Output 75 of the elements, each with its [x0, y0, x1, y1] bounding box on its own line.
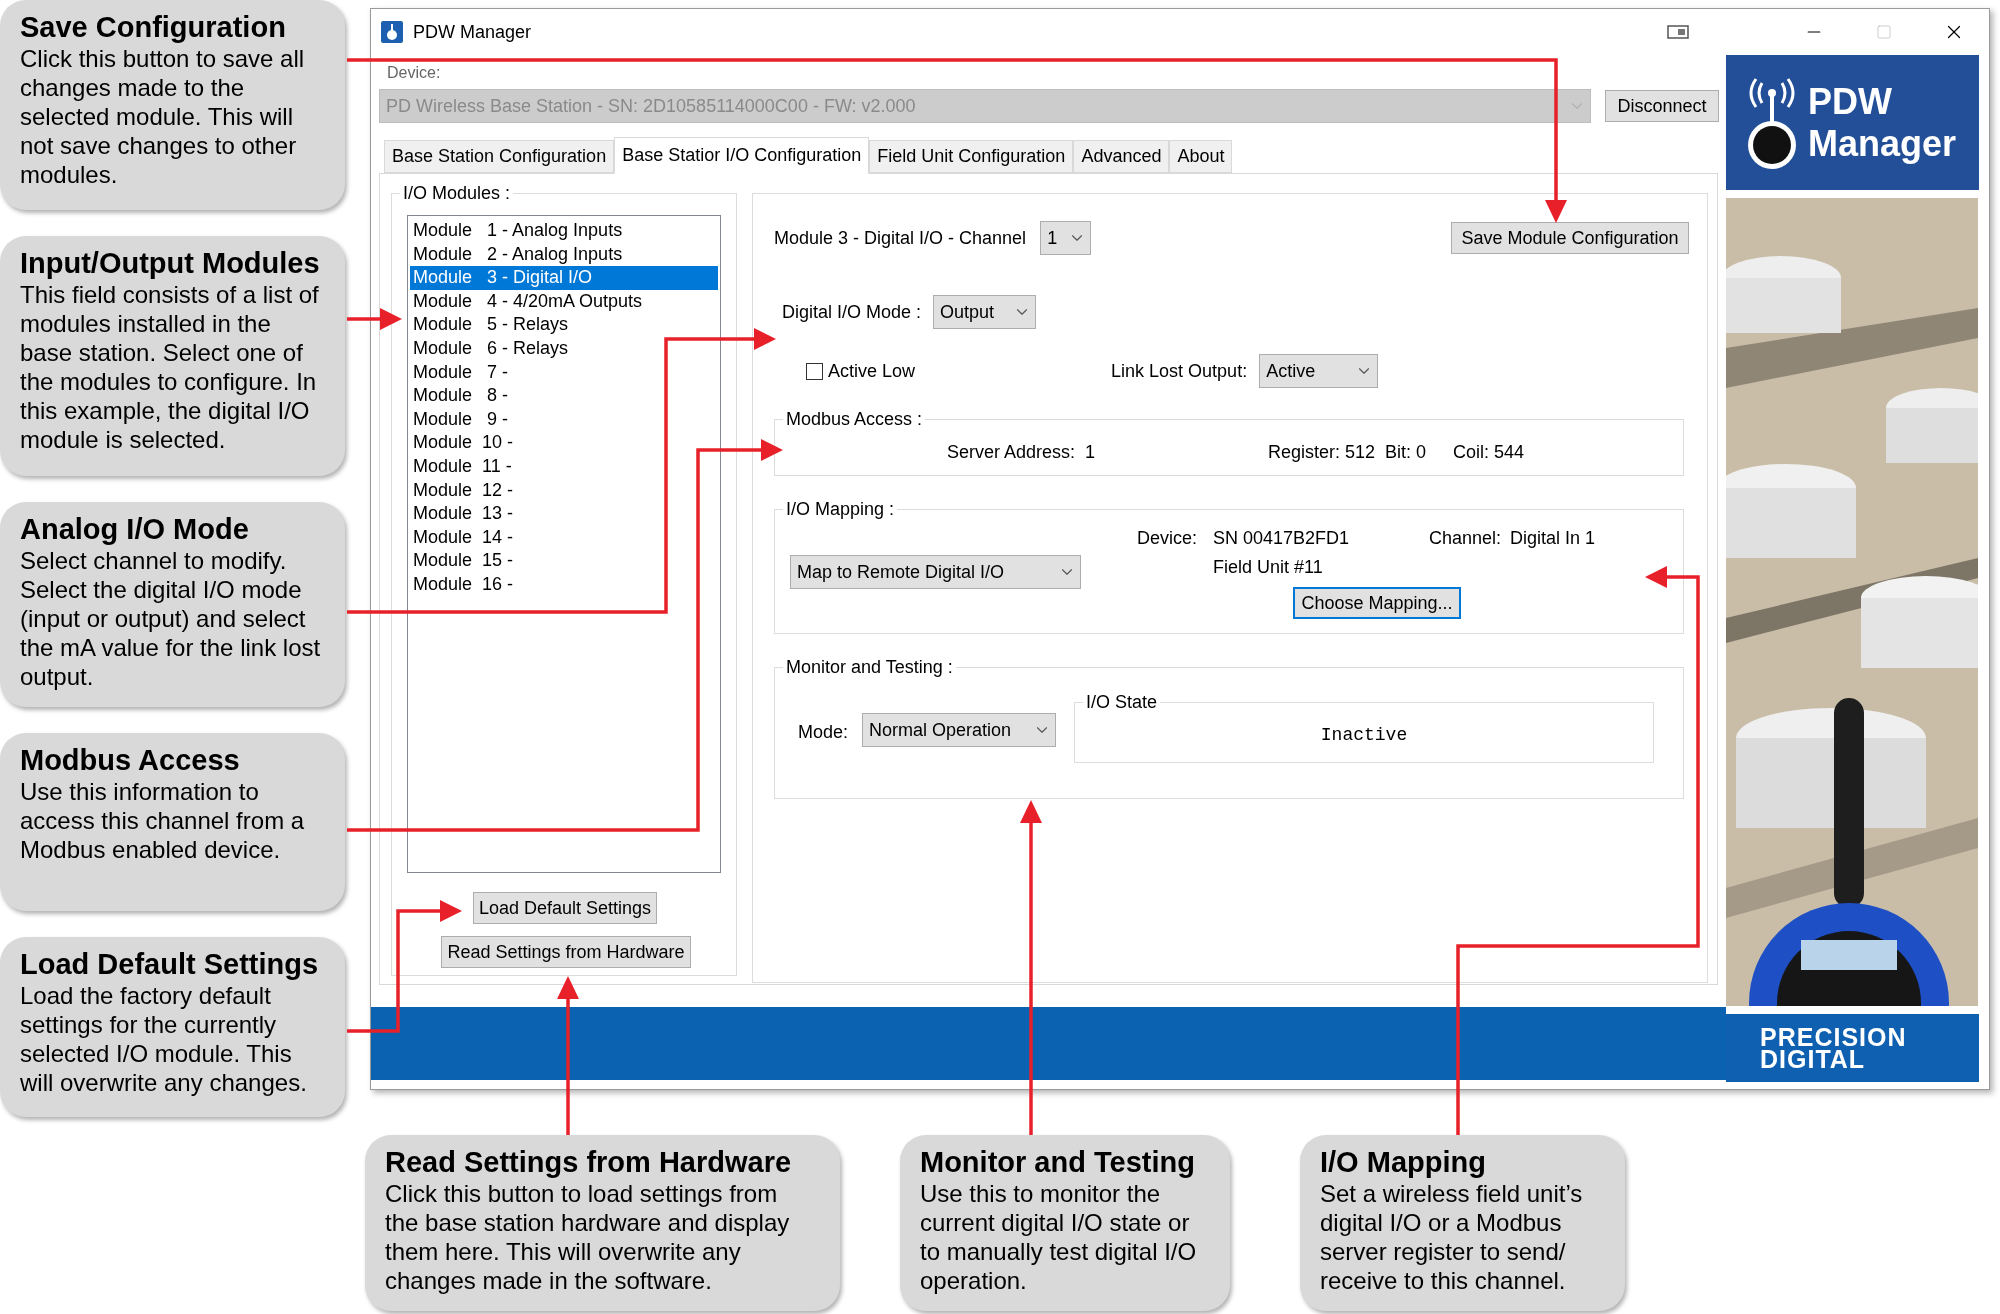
callout-text: Use this to monitor the current digital I/O state or to manually test digital I/O operation. [920, 1179, 1198, 1295]
list-item[interactable]: Module 8 - [410, 384, 718, 408]
group-title: Monitor and Testing : [785, 656, 954, 679]
callout-text: Click this button to save all changes made to the selected module. This will not save changes to other modules. [20, 44, 306, 189]
callout-text: This field consists of a list of modules installed in the base station. Select one of the modules to configure. In this example, the digital I/O module is selected. [20, 280, 320, 454]
list-item[interactable]: Module 14 - [410, 525, 718, 550]
button[interactable]: Read Settings from Hardware [441, 936, 691, 968]
logo-text: PDW [1808, 80, 1893, 123]
list-item[interactable]: Module 6 - Relays [410, 336, 718, 361]
device-label: Device: [1137, 527, 1199, 550]
field-unit: Field Unit #11 [1213, 556, 1323, 579]
button[interactable]: Disconnect [1605, 90, 1719, 122]
list-item[interactable]: Module 3 - Digital I/O [410, 266, 718, 290]
dropdown[interactable]: Active [1259, 354, 1379, 388]
callout-title: Monitor and Testing [920, 1145, 1196, 1179]
group-title: I/O Modules : [402, 182, 512, 205]
group-title: I/O State [1085, 691, 1159, 714]
group-title: I/O Mapping : [785, 498, 896, 521]
button[interactable]: Load Default Settings [473, 892, 657, 924]
state-value: Inactive [1320, 724, 1408, 747]
list-item[interactable]: Module 15 - [410, 549, 718, 573]
callout-title: Input/Output Modules [20, 246, 321, 280]
callout-text: Set a wireless field unit’s digital I/O or a Modbus server register to send/ receive to this channel. [1320, 1179, 1584, 1295]
register-info: Register: 512 Bit: 0 [1268, 441, 1428, 464]
list-item[interactable]: Module 16 - [410, 572, 718, 597]
callout-text: Load the factory default settings for the currently selected I/O module. This will overwrite any changes. [20, 981, 308, 1097]
list-item[interactable]: Module 10 - [410, 431, 718, 455]
channel-label: Channel: [1429, 527, 1503, 550]
callout-title: Modbus Access [20, 743, 241, 777]
company-name: DIGITAL [1760, 1048, 1866, 1070]
tab[interactable]: Base Statior I/O Configuration [614, 137, 870, 174]
callout-title: Analog I/O Mode [20, 512, 250, 546]
list-item[interactable]: Module 12 - [410, 478, 718, 503]
mode-label: Digital I/O Mode : [782, 300, 922, 324]
tab[interactable]: Base Station Configuration [384, 140, 615, 173]
device-icon[interactable] [1667, 24, 1689, 40]
device-serial: SN 00417B2FD1 [1213, 527, 1351, 550]
callout-text: Use this information to access this channel from a Modbus enabled device. [20, 777, 306, 864]
dropdown[interactable]: Output [933, 295, 1037, 329]
list-item[interactable]: Module 2 - Analog Inputs [410, 242, 718, 267]
dropdown[interactable]: 1 [1040, 221, 1092, 255]
callout-title: I/O Mapping [1320, 1145, 1487, 1179]
dropdown[interactable]: Normal Operation [862, 713, 1057, 747]
company-name: PRECISION [1760, 1026, 1908, 1048]
list-item[interactable]: Module 5 - Relays [410, 313, 718, 337]
callout-title: Save Configuration [20, 10, 287, 44]
tab[interactable]: Advanced [1073, 140, 1170, 173]
checkbox-label: Active Low [828, 359, 916, 383]
list-item[interactable]: Module 13 - [410, 502, 718, 526]
list-item[interactable]: Module 11 - [410, 454, 718, 479]
app-icon [381, 21, 403, 43]
callout-title: Read Settings from Hardware [385, 1145, 793, 1179]
list-item[interactable]: Module 7 - [410, 360, 718, 385]
channel-value: Digital In 1 [1510, 527, 1596, 550]
window-title: PDW Manager [413, 20, 532, 44]
checkbox[interactable] [806, 362, 823, 380]
callout-title: Load Default Settings [20, 947, 320, 981]
callout-text: Click this button to load settings from the base station hardware and display them here. This will overwrite any changes made in the software. [385, 1179, 791, 1295]
coil-info: Coil: 544 [1453, 441, 1525, 464]
server-address: Server Address: 1 [947, 441, 1097, 464]
button[interactable]: Save Module Configuration [1451, 222, 1689, 254]
tab[interactable]: Field Unit Configuration [869, 140, 1074, 173]
list-item[interactable]: Module 9 - [410, 407, 718, 432]
list-item[interactable]: Module 4 - 4/20mA Outputs [410, 289, 718, 314]
mode-label: Mode: [798, 721, 849, 744]
module-title: Module 3 - Digital I/O - Channel [774, 226, 1027, 250]
dropdown[interactable]: Map to Remote Digital I/O [790, 555, 1081, 589]
logo-text: Manager [1808, 122, 1957, 165]
group-title: Modbus Access : [785, 408, 924, 431]
callout-text: Select channel to modify. Select the digital I/O mode (input or output) and select the mA value for the link lost output. [20, 546, 321, 691]
link-lost-label: Link Lost Output: [1111, 359, 1248, 383]
device-label: Device: [387, 63, 442, 83]
choose-mapping-button[interactable]: Choose Mapping... [1293, 587, 1461, 619]
tab[interactable]: About [1169, 140, 1233, 173]
list-item[interactable]: Module 1 - Analog Inputs [410, 219, 718, 243]
